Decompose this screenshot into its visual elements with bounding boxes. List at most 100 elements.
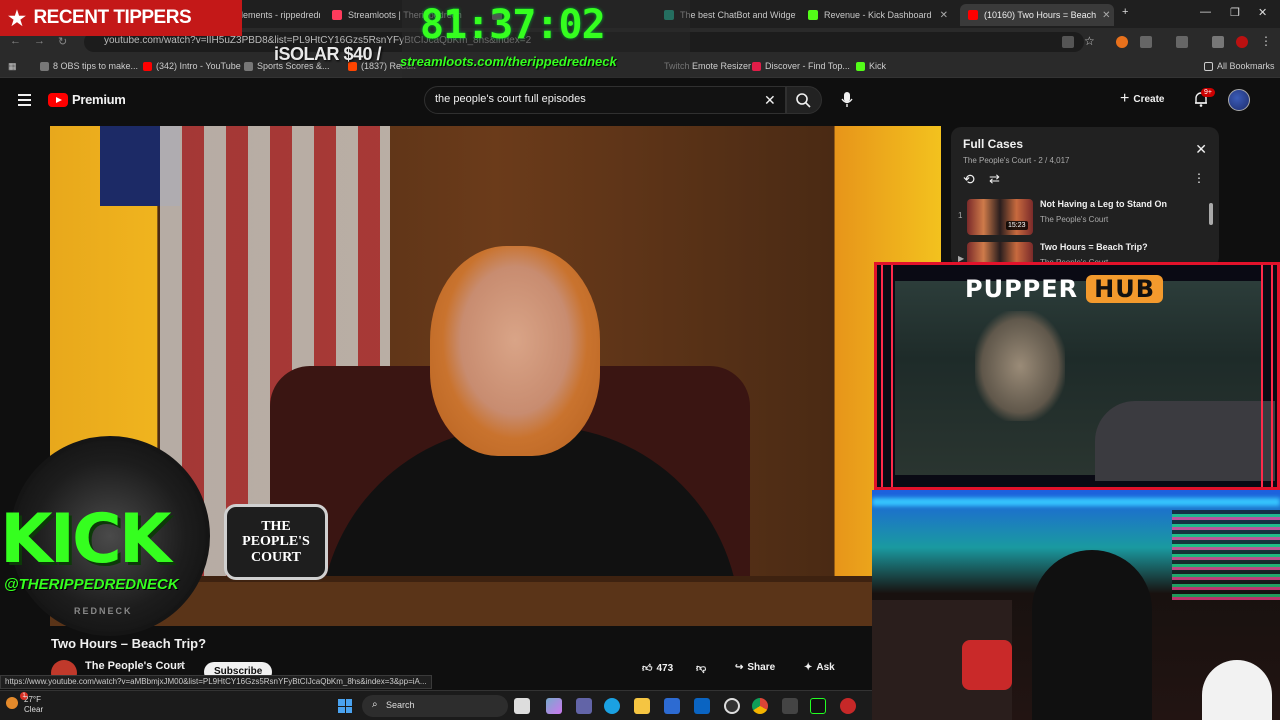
- red-bag: [962, 640, 1012, 690]
- weather-icon[interactable]: [6, 697, 18, 709]
- kick-channel-badge: KICK @THERIPPEDREDNECK REDNECK: [0, 436, 222, 636]
- teams-icon[interactable]: [576, 698, 592, 714]
- terminal-icon[interactable]: [810, 698, 826, 714]
- minimize-icon[interactable]: —: [1200, 6, 1211, 18]
- obs-icon[interactable]: [724, 698, 740, 714]
- webcam-feed: [872, 490, 1280, 720]
- windows-taskbar: 1 27°F Clear Search ⌕: [0, 690, 872, 720]
- close-tab-icon[interactable]: ✕: [1102, 10, 1110, 21]
- kick-handle: @THERIPPEDREDNECK: [4, 576, 179, 593]
- ask-label: Ask: [816, 662, 835, 673]
- forward-icon[interactable]: →: [34, 35, 45, 47]
- playlist-panel: Full Cases The People's Court - 2 / 4,01…: [951, 127, 1219, 267]
- like-button[interactable]: 👍︎ 473: [642, 662, 674, 675]
- bookmark-discover[interactable]: Discover - Find Top...: [752, 61, 850, 71]
- share-icon: ↪: [735, 662, 744, 673]
- video-title: Two Hours – Beach Trip?: [51, 636, 207, 651]
- edge-icon[interactable]: [604, 698, 620, 714]
- streamer: [1032, 550, 1152, 720]
- chrome-icon[interactable]: [752, 698, 768, 714]
- dislike-button[interactable]: 👎︎: [696, 662, 706, 674]
- portrait-tapestry: [975, 311, 1065, 421]
- close-tab-icon[interactable]: ✕: [940, 10, 948, 21]
- windows-start-icon[interactable]: [338, 699, 352, 713]
- file-explorer-icon[interactable]: [634, 698, 650, 714]
- apps-icon[interactable]: ▦: [8, 61, 17, 72]
- install-icon[interactable]: [1062, 36, 1074, 48]
- loop-icon[interactable]: ⟲: [963, 171, 975, 188]
- extension-icon[interactable]: [1116, 36, 1128, 48]
- court-logo-text: THE PEOPLE'S COURT: [242, 518, 310, 565]
- like-count: 473: [656, 662, 674, 674]
- store-icon[interactable]: [664, 698, 680, 714]
- verified-icon: ✔: [177, 661, 185, 671]
- bookmark-obs-tips[interactable]: 8 OBS tips to make...: [40, 61, 138, 71]
- taskbar-search[interactable]: Search: [362, 695, 508, 717]
- clear-search-icon[interactable]: ✕: [764, 92, 776, 109]
- search-input[interactable]: the people's court full episodes: [424, 86, 786, 114]
- search-value: the people's court full episodes: [435, 93, 586, 105]
- app-icon-red[interactable]: [840, 698, 856, 714]
- sidebar-icon[interactable]: [1176, 36, 1188, 48]
- weather-temp: 27°F: [24, 695, 41, 704]
- judge-portrait: [430, 246, 600, 456]
- youtube-logo[interactable]: Premium: [48, 92, 126, 107]
- thumbs-down-icon: 👎︎: [696, 663, 707, 674]
- create-label: Create: [1133, 93, 1165, 105]
- youtube-header: Premium the people's court full episodes…: [0, 80, 1280, 120]
- peoples-court-logo: THE PEOPLE'S COURT: [224, 504, 328, 580]
- tipper-ticker: iSOLAR $40 /: [274, 44, 382, 64]
- taskbar-search-label: Search: [386, 700, 415, 710]
- outlook-icon[interactable]: [694, 698, 710, 714]
- weather-widget[interactable]: 27°F Clear: [24, 695, 43, 715]
- reload-icon[interactable]: ↻: [58, 35, 67, 48]
- recent-tippers-label: RECENT TIPPERS: [33, 7, 192, 28]
- back-icon[interactable]: ←: [10, 35, 21, 47]
- profile-avatar[interactable]: [1236, 36, 1248, 48]
- more-options-icon[interactable]: ⋮: [1193, 171, 1205, 185]
- shuffle-icon[interactable]: ⇄: [989, 171, 1000, 187]
- recent-tippers-banner: ★ RECENT TIPPERS: [0, 0, 242, 36]
- close-window-icon[interactable]: ✕: [1258, 6, 1267, 19]
- star-bookmark-icon[interactable]: ☆: [1084, 34, 1096, 48]
- close-playlist-icon[interactable]: ✕: [1195, 141, 1207, 158]
- bookmark-label: 8 OBS tips to make...: [53, 61, 139, 71]
- app-icon[interactable]: [782, 698, 798, 714]
- all-bookmarks[interactable]: All Bookmarks: [1204, 61, 1275, 71]
- bookmark-intro[interactable]: (342) Intro - YouTube: [143, 61, 241, 71]
- account-avatar[interactable]: [1228, 89, 1250, 111]
- pupper-word: PUPPER: [965, 275, 1079, 303]
- kick-logo: KICK: [0, 500, 172, 579]
- share-button[interactable]: ↪ Share: [735, 662, 775, 673]
- tab-kick-dashboard[interactable]: Revenue - Kick Dashboard ✕: [800, 4, 956, 26]
- tab-youtube-active[interactable]: (10160) Two Hours = Beach ✕: [960, 4, 1114, 26]
- voice-search-button[interactable]: [836, 88, 858, 110]
- playlist-item[interactable]: 1 15:23 Not Having a Leg to Stand On The…: [951, 197, 1219, 239]
- playlist-title[interactable]: Full Cases: [963, 137, 1023, 151]
- playlist-index: 1: [958, 211, 963, 220]
- task-view-icon[interactable]: [514, 698, 530, 714]
- subathon-timer: 81:37:02: [420, 2, 606, 48]
- ask-button[interactable]: ✦ Ask: [804, 662, 835, 673]
- bookmark-kick[interactable]: Kick: [856, 61, 886, 71]
- sparkle-icon: ✦: [804, 662, 813, 673]
- playlist-scrollbar[interactable]: [1209, 203, 1213, 225]
- create-button[interactable]: + Create: [1120, 90, 1164, 108]
- playlist-video-title: Two Hours = Beach Trip?: [1040, 242, 1148, 252]
- neon-signs: [1172, 510, 1280, 600]
- status-url-tooltip: https://www.youtube.com/watch?v=aMBbmjxJ…: [0, 675, 432, 689]
- new-tab-button[interactable]: +: [1122, 6, 1128, 18]
- search-icon: [796, 93, 811, 108]
- menu-icon[interactable]: [18, 94, 31, 109]
- menu-dots-icon[interactable]: ⋮: [1260, 34, 1272, 48]
- copilot-icon[interactable]: [546, 698, 562, 714]
- hub-word: HUB: [1086, 275, 1164, 303]
- media-icon[interactable]: [1212, 36, 1224, 48]
- extensions-puzzle-icon[interactable]: [1140, 36, 1152, 48]
- streamloots-url: streamloots.com/therippedredneck: [400, 54, 617, 69]
- plus-icon: +: [1120, 90, 1130, 107]
- frame-deco-left: [881, 265, 893, 487]
- channel-name[interactable]: The People's Court: [85, 660, 185, 672]
- search-button[interactable]: [786, 86, 822, 114]
- maximize-icon[interactable]: ❐: [1230, 6, 1240, 19]
